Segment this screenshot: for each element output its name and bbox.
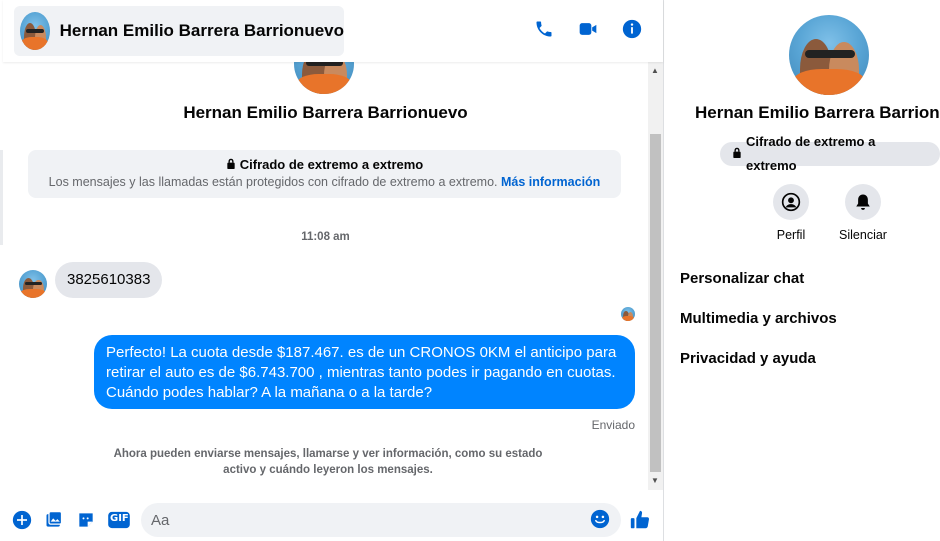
profile-button[interactable]: Perfil bbox=[756, 184, 826, 242]
chat-header: Hernan Emilio Barrera Barrionuevo bbox=[3, 0, 663, 62]
menu-customize-chat[interactable]: Personalizar chat bbox=[680, 270, 804, 287]
scroll-thumb[interactable] bbox=[650, 134, 661, 472]
menu-media-files[interactable]: Multimedia y archivos bbox=[680, 310, 837, 327]
contact-name: Hernan Emilio Barrera Barrionuevo bbox=[59, 21, 344, 40]
message-input[interactable] bbox=[141, 503, 621, 537]
image-icon[interactable] bbox=[43, 509, 65, 531]
conversation-name: Hernan Emilio Barrera Barrionuevo bbox=[183, 103, 468, 122]
scroll-up-icon[interactable]: ▲ bbox=[651, 66, 659, 75]
gif-icon[interactable]: GIF bbox=[107, 509, 131, 531]
emoji-icon[interactable] bbox=[590, 509, 612, 531]
mute-label: Silenciar bbox=[839, 228, 887, 242]
privacy-info-note: Ahora pueden enviarse mensajes, llamarse… bbox=[113, 448, 543, 476]
message-list[interactable]: Hernan Emilio Barrera Barrionuevo Cifrad… bbox=[3, 62, 648, 490]
like-icon[interactable] bbox=[629, 509, 651, 531]
info-avatar bbox=[789, 15, 869, 95]
contact-chip[interactable]: Hernan Emilio Barrera Barrionuevo bbox=[14, 6, 344, 56]
outgoing-message[interactable]: Perfecto! La cuota desde $187.467. es de… bbox=[94, 335, 635, 409]
e2e-badge-label: Cifrado de extremo a extremo bbox=[746, 134, 876, 173]
message-composer: GIF bbox=[3, 496, 663, 541]
e2e-title: Cifrado de extremo a extremo bbox=[239, 157, 424, 172]
contact-avatar bbox=[20, 12, 50, 50]
e2e-badge[interactable]: Cifrado de extremo a extremo bbox=[720, 134, 940, 173]
profile-icon bbox=[773, 184, 809, 220]
seen-indicator-avatar bbox=[621, 307, 635, 321]
e2e-text: Los mensajes y las llamadas están proteg… bbox=[48, 175, 498, 189]
scroll-down-icon[interactable]: ▼ bbox=[651, 476, 659, 485]
header-actions bbox=[533, 18, 643, 40]
incoming-message[interactable]: 3825610383 bbox=[55, 262, 163, 298]
learn-more-link[interactable]: Más información bbox=[501, 175, 600, 189]
phone-icon[interactable] bbox=[533, 18, 555, 40]
sticker-icon[interactable] bbox=[75, 509, 97, 531]
gif-label: GIF bbox=[110, 513, 129, 524]
info-icon[interactable] bbox=[621, 18, 643, 40]
profile-label: Perfil bbox=[776, 228, 806, 242]
sender-avatar[interactable] bbox=[19, 270, 47, 298]
mute-button[interactable]: Silenciar bbox=[828, 184, 898, 242]
e2e-notice: Cifrado de extremo a extremo Los mensaje… bbox=[28, 150, 621, 198]
bell-icon bbox=[845, 184, 881, 220]
sent-status: Enviado bbox=[591, 418, 635, 432]
plus-icon[interactable] bbox=[11, 509, 33, 531]
info-contact-name: Hernan Emilio Barrera Barrionuevo bbox=[695, 103, 940, 122]
conversation-avatar bbox=[294, 62, 354, 94]
video-icon[interactable] bbox=[577, 18, 599, 40]
lock-icon bbox=[226, 157, 236, 172]
lock-icon bbox=[732, 142, 742, 166]
messenger-app: Hernan Emilio Barrera Barrionuevo Hernan… bbox=[0, 0, 940, 541]
conversation-info-pane: Hernan Emilio Barrera Barrionuevo Cifrad… bbox=[663, 0, 940, 541]
message-scrollbar[interactable]: ▲ ▼ bbox=[648, 62, 663, 490]
message-timestamp: 11:08 am bbox=[301, 231, 350, 243]
menu-privacy-help[interactable]: Privacidad y ayuda bbox=[680, 350, 816, 367]
chat-pane: Hernan Emilio Barrera Barrionuevo Hernan… bbox=[3, 0, 663, 541]
